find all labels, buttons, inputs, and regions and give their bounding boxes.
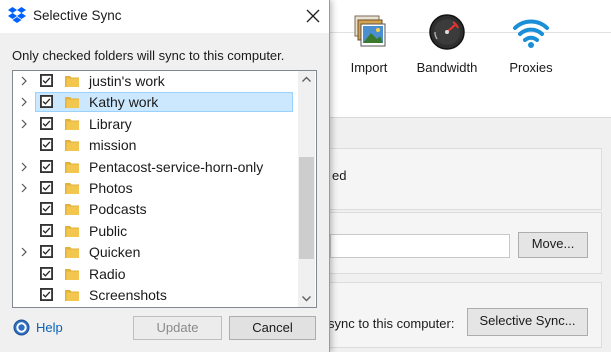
folder-name: Library — [89, 115, 132, 132]
folder-checkbox[interactable] — [40, 138, 53, 152]
move-button[interactable]: Move... — [518, 232, 588, 258]
folder-name: Radio — [89, 265, 126, 282]
folder-name: Podcasts — [89, 201, 147, 218]
close-icon[interactable] — [300, 3, 326, 29]
folder-name: Screenshots — [89, 287, 167, 303]
folder-icon — [65, 76, 79, 87]
folder-row[interactable]: Screenshots — [13, 285, 296, 306]
chevron-right-icon[interactable] — [18, 96, 30, 108]
folder-row[interactable]: justin's work — [13, 71, 296, 92]
folder-name: mission — [89, 137, 137, 154]
toolbar-proxies-label: Proxies — [509, 60, 553, 75]
toolbar-bandwidth[interactable]: Bandwidth — [410, 12, 484, 75]
folder-row[interactable]: mission — [13, 135, 296, 156]
folder-name: Quicken — [89, 244, 141, 261]
selective-sync-button[interactable]: Selective Sync... — [467, 308, 588, 336]
folder-icon — [65, 204, 79, 216]
folder-checkbox[interactable] — [40, 202, 53, 216]
folder-checkbox[interactable] — [40, 95, 53, 109]
folder-row[interactable]: Podcasts — [13, 199, 296, 220]
folder-row[interactable]: Public — [13, 221, 296, 242]
folder-icon — [65, 225, 79, 237]
toolbar-bandwidth-label: Bandwidth — [416, 60, 478, 75]
folder-name: Public — [89, 222, 128, 239]
folder-name: Pentacost-service-horn-only — [89, 158, 264, 175]
update-button[interactable]: Update — [133, 316, 222, 340]
dialog-titlebar: Selective Sync — [0, 0, 329, 33]
scroll-down-arrow-icon[interactable] — [298, 290, 315, 307]
chevron-right-icon[interactable] — [18, 246, 30, 258]
toolbar-proxies[interactable]: Proxies — [494, 12, 568, 75]
folder-checkbox[interactable] — [40, 266, 53, 280]
folder-name: Kathy work — [89, 94, 159, 111]
folder-row[interactable]: Pentacost-service-horn-only — [13, 157, 296, 178]
folder-tree[interactable]: justin's work Kathy work Library mission Pen… — [12, 70, 317, 308]
folder-checkbox[interactable] — [40, 223, 53, 237]
help-link[interactable]: Help — [36, 320, 63, 335]
folder-checkbox[interactable] — [40, 116, 53, 130]
dropbox-icon — [8, 7, 26, 23]
folder-checkbox[interactable] — [40, 159, 53, 173]
folder-icon — [65, 183, 79, 194]
instruction-text: Only checked folders will sync to this c… — [12, 48, 285, 63]
folder-row[interactable]: Kathy work — [13, 92, 296, 113]
dialog-title: Selective Sync — [33, 8, 122, 23]
folder-icon — [65, 247, 79, 259]
wifi-icon — [513, 19, 549, 48]
folder-name: Photos — [89, 180, 133, 196]
selective-sync-dialog: Selective Sync Only checked folders will… — [0, 0, 330, 352]
folder-icon — [65, 97, 79, 109]
help-icon[interactable] — [13, 319, 30, 336]
chevron-right-icon[interactable] — [18, 75, 30, 87]
folder-icon — [65, 268, 79, 280]
folder-checkbox[interactable] — [40, 245, 53, 259]
folder-icon — [65, 118, 79, 130]
location-field[interactable] — [330, 234, 510, 258]
folder-checkbox[interactable] — [40, 74, 53, 87]
group-text-fragment: ed — [332, 168, 347, 183]
chevron-right-icon[interactable] — [18, 161, 30, 173]
folder-icon — [65, 290, 79, 301]
cancel-button[interactable]: Cancel — [229, 316, 316, 340]
settings-group-top — [318, 148, 602, 210]
folder-icon — [65, 161, 79, 173]
speedometer-icon — [429, 14, 465, 50]
scroll-up-arrow-icon[interactable] — [298, 71, 315, 88]
folder-icon — [65, 140, 79, 152]
folder-checkbox[interactable] — [40, 288, 53, 301]
selective-sync-description: sync to this computer: — [328, 316, 455, 331]
photos-import-icon — [354, 15, 386, 47]
chevron-right-icon[interactable] — [18, 118, 30, 130]
chevron-right-icon[interactable] — [18, 182, 30, 194]
toolbar-import-label: Import — [350, 60, 388, 75]
folder-row[interactable]: Library — [13, 114, 296, 135]
folder-row[interactable]: Quicken — [13, 242, 296, 263]
vertical-scrollbar[interactable] — [298, 71, 315, 307]
toolbar-import[interactable]: Import — [332, 12, 406, 75]
folder-name: justin's work — [89, 73, 165, 89]
folder-row[interactable]: Radio — [13, 264, 296, 285]
folder-row[interactable]: Photos — [13, 178, 296, 199]
scrollbar-thumb[interactable] — [299, 157, 314, 259]
folder-checkbox[interactable] — [40, 181, 53, 194]
